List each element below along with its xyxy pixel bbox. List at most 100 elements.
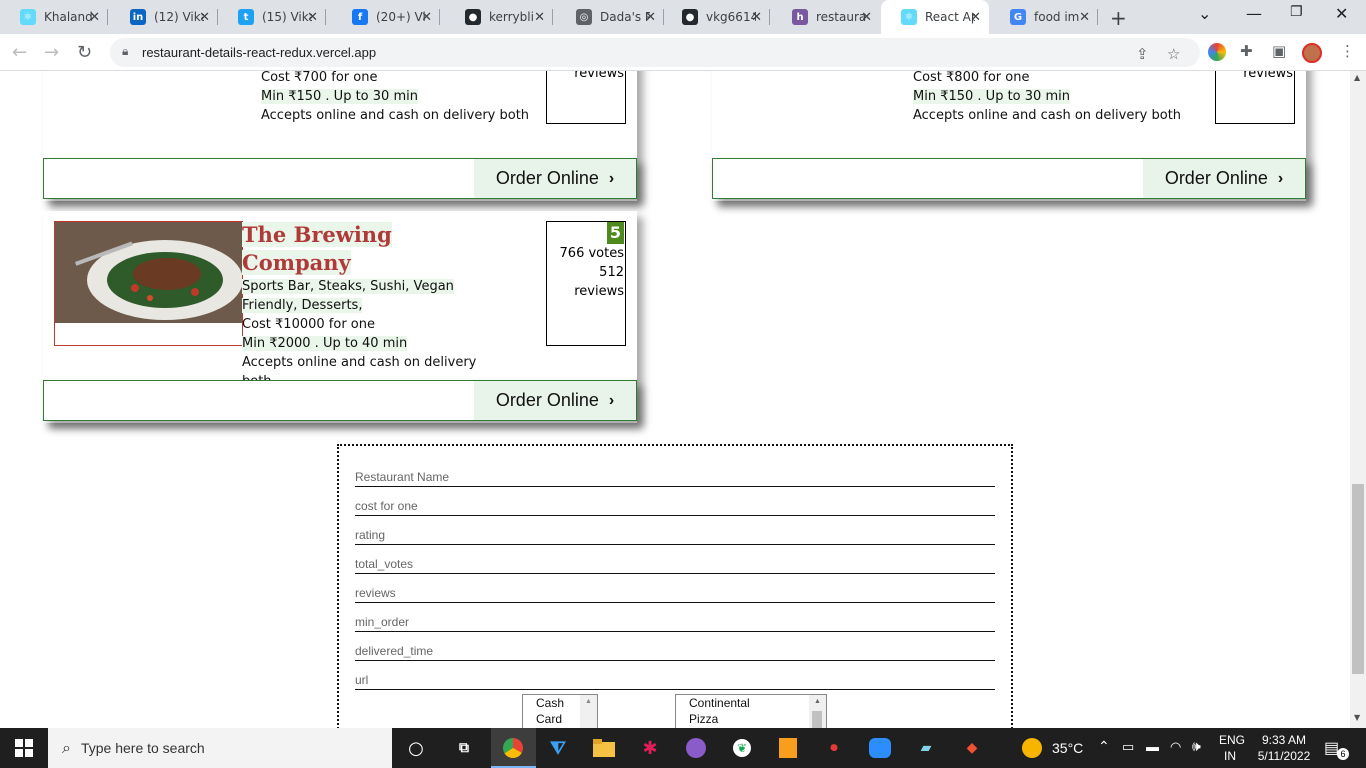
- address-bar[interactable]: 🔒︎ restaurant-details-react-redux.vercel…: [110, 38, 1200, 67]
- new-tab-icon[interactable]: +: [1110, 6, 1127, 30]
- vscode-icon[interactable]: ⧨: [546, 736, 570, 760]
- facebook-icon: f: [352, 9, 368, 25]
- reviews-input[interactable]: [355, 579, 995, 601]
- language-bottom[interactable]: IN: [1224, 749, 1236, 763]
- twitter-icon: t: [238, 9, 254, 25]
- close-tab-icon[interactable]: ✕: [199, 10, 210, 25]
- order-bar: Order Online ›: [43, 158, 637, 199]
- browser-tab[interactable]: ⚛ Khaland ✕: [0, 0, 108, 34]
- votes-count: 766 votes: [559, 246, 624, 261]
- browser-tab[interactable]: t (15) Vika ✕: [218, 0, 326, 34]
- close-tab-icon[interactable]: ✕: [1079, 10, 1090, 25]
- language-top[interactable]: ENG: [1219, 733, 1245, 747]
- extensions-puzzle-icon[interactable]: ✚: [1240, 42, 1253, 60]
- git-icon[interactable]: ◆: [960, 736, 984, 760]
- close-tab-icon[interactable]: ✕: [751, 10, 762, 25]
- back-icon[interactable]: ←: [12, 42, 27, 63]
- tab-separator: [1097, 9, 1098, 25]
- meet-now-icon[interactable]: ▭: [1122, 739, 1134, 755]
- cuisine-option[interactable]: Continental: [676, 695, 826, 711]
- rating-input[interactable]: [355, 521, 995, 543]
- browser-tab[interactable]: in (12) Vika ✕: [110, 0, 218, 34]
- clock-time[interactable]: 9:33 AM: [1258, 733, 1310, 747]
- windows-start-icon[interactable]: [12, 736, 36, 760]
- bookmark-star-icon[interactable]: ☆: [1167, 45, 1180, 63]
- cost-for-one-input[interactable]: [355, 492, 995, 514]
- close-tab-icon[interactable]: ✕: [307, 10, 318, 25]
- github-desktop-icon[interactable]: [684, 736, 708, 760]
- listbox-scroll-thumb[interactable]: [812, 711, 822, 728]
- chrome-taskbar-button[interactable]: [491, 728, 536, 768]
- task-view-icon[interactable]: ⧉: [452, 736, 476, 760]
- close-tab-icon[interactable]: ✕: [89, 10, 100, 25]
- order-online-button[interactable]: Order Online ›: [474, 381, 636, 420]
- share-icon[interactable]: ⇪: [1136, 45, 1149, 63]
- browser-tab[interactable]: ⚛ React Ap ✕: [881, 0, 989, 34]
- scroll-up-arrow-icon[interactable]: ▲: [1354, 73, 1360, 82]
- close-window-icon[interactable]: ✕: [1335, 4, 1348, 23]
- scroll-up-arrow-icon[interactable]: ▲: [580, 698, 597, 705]
- close-tab-icon[interactable]: ✕: [534, 10, 545, 25]
- clock-date[interactable]: 5/11/2022: [1253, 749, 1315, 763]
- cuisine-option[interactable]: Pizza: [676, 711, 826, 727]
- order-online-label: Order Online: [495, 390, 599, 410]
- file-explorer-icon[interactable]: [592, 736, 616, 760]
- browser-tab[interactable]: h restaura ✕: [772, 0, 880, 34]
- url-input[interactable]: [355, 666, 995, 688]
- min-order-field: [355, 608, 995, 632]
- restore-icon[interactable]: ❐: [1290, 4, 1303, 20]
- close-tab-icon[interactable]: ✕: [861, 10, 872, 25]
- volume-icon[interactable]: 🕪︎: [1192, 738, 1201, 755]
- weather-temperature[interactable]: 35°C: [1052, 740, 1083, 756]
- restaurant-name[interactable]: The Brewing Company: [242, 222, 392, 275]
- scroll-up-arrow-icon[interactable]: ▲: [809, 698, 826, 705]
- close-tab-icon[interactable]: ✕: [970, 10, 981, 25]
- tab-search-icon[interactable]: ⌄: [1198, 4, 1211, 23]
- scroll-thumb[interactable]: [1352, 484, 1364, 674]
- restaurant-cost: Cost ₹800 for one: [913, 71, 1030, 85]
- delivered-time-input[interactable]: [355, 637, 995, 659]
- wifi-icon[interactable]: ◠: [1170, 739, 1181, 755]
- cortana-icon[interactable]: ○: [404, 736, 428, 760]
- restaurant-name-input[interactable]: [355, 463, 995, 485]
- minimize-icon[interactable]: —: [1246, 4, 1262, 23]
- page-scrollbar[interactable]: ▲ ▼: [1350, 71, 1366, 728]
- close-tab-icon[interactable]: ✕: [645, 10, 656, 25]
- sublime-text-icon[interactable]: [776, 736, 800, 760]
- menu-kebab-icon[interactable]: ⋮: [1340, 42, 1355, 60]
- browser-tab[interactable]: ● vkg6614 ✕: [662, 0, 770, 34]
- payment-method-select[interactable]: Cash Card ▲: [522, 694, 598, 728]
- scroll-down-arrow-icon[interactable]: ▼: [1354, 713, 1360, 722]
- browser-tab[interactable]: ● kerrybli ✕: [445, 0, 553, 34]
- forward-icon[interactable]: →: [44, 42, 59, 63]
- battery-icon[interactable]: ▬: [1146, 739, 1159, 754]
- zoom-icon[interactable]: [868, 736, 892, 760]
- listbox-scrollbar[interactable]: ▲: [809, 695, 826, 728]
- order-online-button[interactable]: Order Online ›: [474, 159, 636, 198]
- address-url[interactable]: restaurant-details-react-redux.vercel.ap…: [142, 45, 376, 60]
- color-extension-icon[interactable]: [1208, 43, 1226, 61]
- tray-chevron-up-icon[interactable]: ⌃: [1098, 738, 1110, 755]
- close-tab-icon[interactable]: ✕: [421, 10, 432, 25]
- side-panel-icon[interactable]: ▣: [1272, 42, 1286, 60]
- cuisine-select[interactable]: Continental Pizza ▲: [675, 694, 827, 728]
- listbox-scrollbar[interactable]: ▲: [580, 695, 597, 728]
- min-order-input[interactable]: [355, 608, 995, 630]
- total-votes-input[interactable]: [355, 550, 995, 572]
- weather-sun-icon[interactable]: [1022, 738, 1042, 758]
- slack-icon[interactable]: ✱: [638, 736, 662, 760]
- notepad-icon[interactable]: ▰: [914, 736, 938, 760]
- restaurant-min-order: Min ₹150 . Up to 30 min: [261, 89, 418, 104]
- reload-icon[interactable]: ↻: [77, 42, 92, 63]
- browser-tab[interactable]: ◎ Dada's P ✕: [556, 0, 664, 34]
- browser-tab[interactable]: Gfood im ✕: [990, 0, 1098, 34]
- screen-recorder-icon[interactable]: ⏺: [822, 736, 846, 760]
- url-field: [355, 666, 995, 690]
- total-votes-field: [355, 550, 995, 574]
- restaurant-cost: Cost ₹700 for one: [261, 71, 378, 85]
- order-online-button[interactable]: Order Online ›: [1143, 159, 1305, 198]
- browser-tab[interactable]: f (20+) Vi ✕: [332, 0, 440, 34]
- profile-avatar[interactable]: [1302, 43, 1322, 63]
- taskbar-search-box[interactable]: ⌕ Type here to search: [48, 728, 392, 768]
- mongodb-icon[interactable]: ❦: [730, 736, 754, 760]
